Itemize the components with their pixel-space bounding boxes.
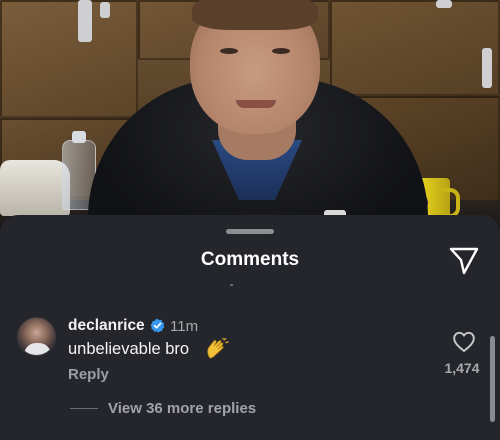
clapping-hands-icon: [207, 338, 229, 359]
verified-badge-icon: [150, 318, 165, 333]
cabinet-door: [330, 0, 500, 96]
background-photo: [0, 0, 500, 236]
sheet-title: Comments: [200, 249, 300, 270]
towel: [0, 160, 70, 216]
person-eye: [220, 48, 238, 54]
scrollbar[interactable]: [490, 336, 495, 422]
cabinet-handle: [482, 48, 492, 88]
person-eye: [272, 48, 290, 54]
cabinet-door: [0, 0, 138, 118]
replies-connector-line: [70, 408, 98, 409]
share-button[interactable]: [447, 245, 481, 275]
heart-outline-icon: [453, 331, 475, 352]
person-hair: [192, 0, 318, 30]
cabinet-handle: [100, 2, 110, 18]
comment-username[interactable]: declanrice: [68, 317, 145, 335]
person-mouth: [236, 100, 276, 108]
cabinet-handle: [78, 0, 92, 42]
comment-text: unbelievable bro: [68, 340, 190, 358]
reply-button[interactable]: Reply: [68, 366, 109, 383]
send-icon: [449, 247, 479, 275]
view-more-replies-button[interactable]: View 36 more replies: [108, 400, 256, 417]
like-button[interactable]: [452, 331, 476, 353]
cabinet-handle: [436, 0, 452, 8]
divider-dot: [230, 284, 233, 286]
avatar[interactable]: [17, 317, 56, 356]
comment-timestamp: 11m: [170, 318, 199, 335]
like-count: 1,474: [444, 360, 480, 376]
sheet-drag-handle[interactable]: [226, 229, 274, 234]
